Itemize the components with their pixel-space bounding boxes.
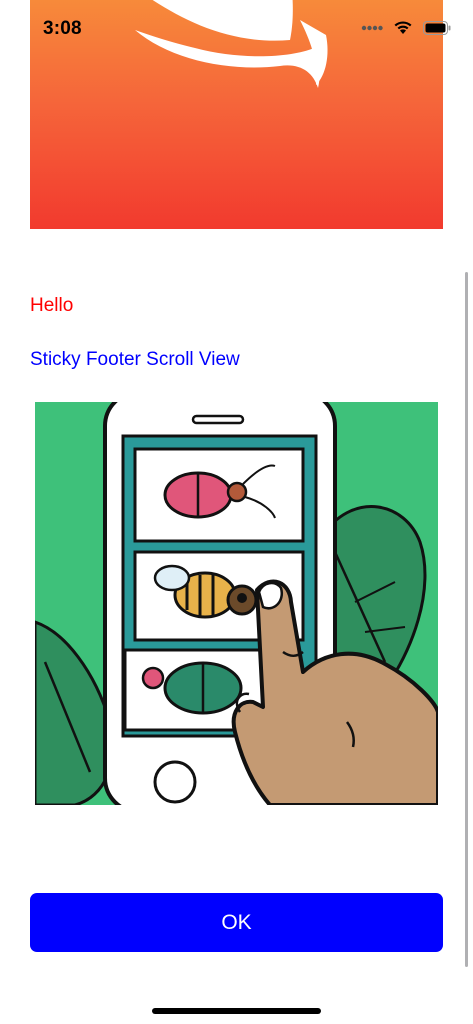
home-indicator[interactable] — [152, 1008, 321, 1014]
scroll-indicator[interactable] — [465, 272, 468, 967]
battery-icon — [423, 20, 451, 35]
screen: 3:08 Hello Sticky Footer Scroll View OK — [0, 0, 473, 1024]
bug-app-illustration — [35, 402, 438, 805]
status-time: 3:08 — [43, 18, 82, 39]
status-bar: 3:08 — [0, 0, 473, 60]
signal-dots-icon — [361, 25, 383, 30]
hello-label: Hello — [30, 295, 74, 316]
ok-button-label: OK — [221, 910, 252, 934]
status-icons — [361, 20, 451, 35]
wifi-icon — [394, 21, 412, 34]
subtitle-label: Sticky Footer Scroll View — [30, 349, 240, 370]
ok-button[interactable]: OK — [30, 893, 443, 952]
